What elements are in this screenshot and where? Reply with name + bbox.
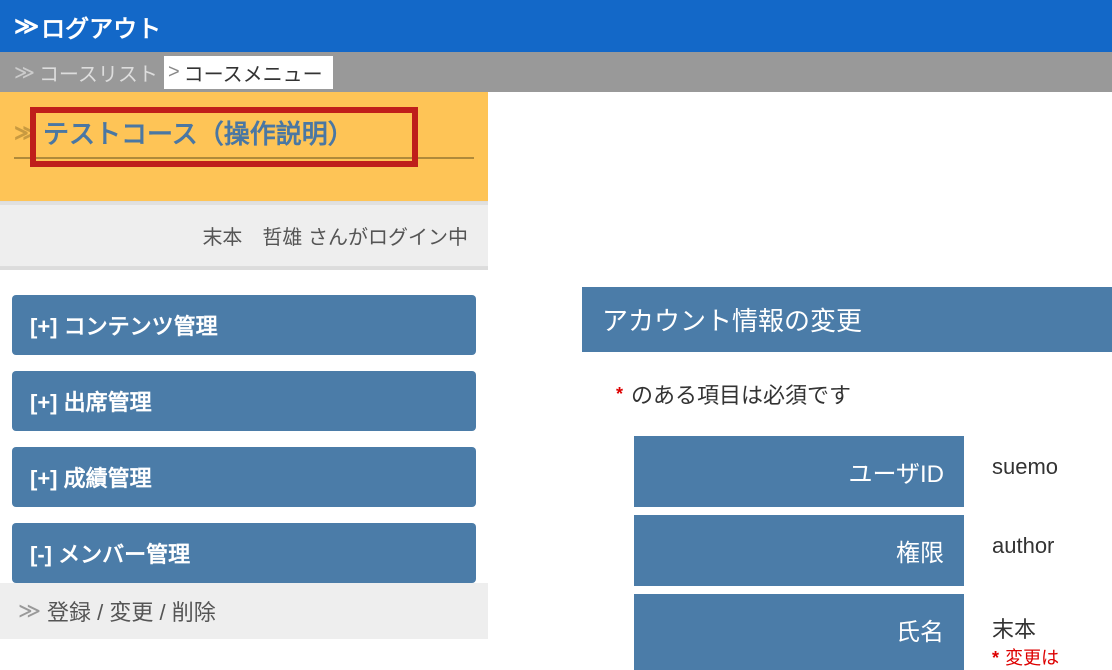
required-note: * のある項目は必須です [582, 352, 1112, 436]
form-label-role: 権限 [634, 515, 964, 586]
account-change-panel: アカウント情報の変更 * のある項目は必須です ユーザID suemo 権限 a… [582, 287, 1112, 670]
chevron-icon: ≫ [14, 120, 37, 146]
form-row-role: 権限 author [634, 515, 1112, 586]
course-title: ≫ テストコース（操作説明） [14, 114, 474, 151]
panel-title: アカウント情報の変更 [582, 287, 1112, 352]
logout-link[interactable]: ログアウト [41, 9, 161, 44]
chevron-icon: ≫ [18, 598, 41, 624]
asterisk-icon: * [616, 384, 623, 405]
submenu-label: 登録 / 変更 / 削除 [47, 595, 216, 627]
breadcrumb-course-menu[interactable]: > コースメニュー [164, 56, 333, 89]
chevron-icon: ≫ [14, 60, 35, 85]
submenu-register-edit-delete[interactable]: ≫ 登録 / 変更 / 削除 [0, 583, 488, 639]
change-note-text: 変更は [1005, 648, 1059, 668]
breadcrumb: ≫ コースリスト > コースメニュー [0, 52, 1112, 92]
form-value-name: 末本 * 変更は [964, 594, 1059, 670]
course-title-text: テストコース（操作説明） [43, 114, 354, 151]
form-value-user-id: suemo [964, 436, 1058, 507]
form-row-name: 氏名 末本 * 変更は [634, 594, 1112, 670]
course-title-section: ≫ テストコース（操作説明） [0, 92, 488, 202]
menu-content-management[interactable]: [+] コンテンツ管理 [12, 295, 476, 355]
spacer [0, 267, 488, 295]
chevron-icon: ≫ [14, 12, 35, 41]
form-value-role: author [964, 515, 1054, 586]
sidebar: ≫ テストコース（操作説明） 末本 哲雄 さんがログイン中 [+] コンテンツ管… [0, 92, 488, 670]
chevron-icon: > [168, 61, 180, 84]
breadcrumb-label: コースメニュー [184, 58, 323, 87]
login-status: 末本 哲雄 さんがログイン中 [0, 202, 488, 267]
menu-list: [+] コンテンツ管理 [+] 出席管理 [+] 成績管理 [-] メンバー管理 [0, 295, 488, 583]
form-row-user-id: ユーザID suemo [634, 436, 1112, 507]
main-content: アカウント情報の変更 * のある項目は必須です ユーザID suemo 権限 a… [488, 92, 1112, 670]
name-value-text: 末本 [992, 612, 1059, 644]
form-label-user-id: ユーザID [634, 436, 964, 507]
body: ≫ テストコース（操作説明） 末本 哲雄 さんがログイン中 [+] コンテンツ管… [0, 92, 1112, 670]
top-bar: ≫ ログアウト [0, 0, 1112, 52]
breadcrumb-course-list[interactable]: ≫ コースリスト [14, 58, 158, 87]
asterisk-icon: * [992, 648, 999, 668]
menu-grades-management[interactable]: [+] 成績管理 [12, 447, 476, 507]
breadcrumb-label: コースリスト [39, 58, 158, 87]
menu-attendance-management[interactable]: [+] 出席管理 [12, 371, 476, 431]
form-label-name: 氏名 [634, 594, 964, 670]
divider [14, 157, 474, 159]
menu-member-management[interactable]: [-] メンバー管理 [12, 523, 476, 583]
change-note: * 変更は [992, 644, 1059, 670]
form-table: ユーザID suemo 権限 author 氏名 末本 * 変更は [634, 436, 1112, 670]
required-note-text: のある項目は必須です [631, 378, 851, 410]
